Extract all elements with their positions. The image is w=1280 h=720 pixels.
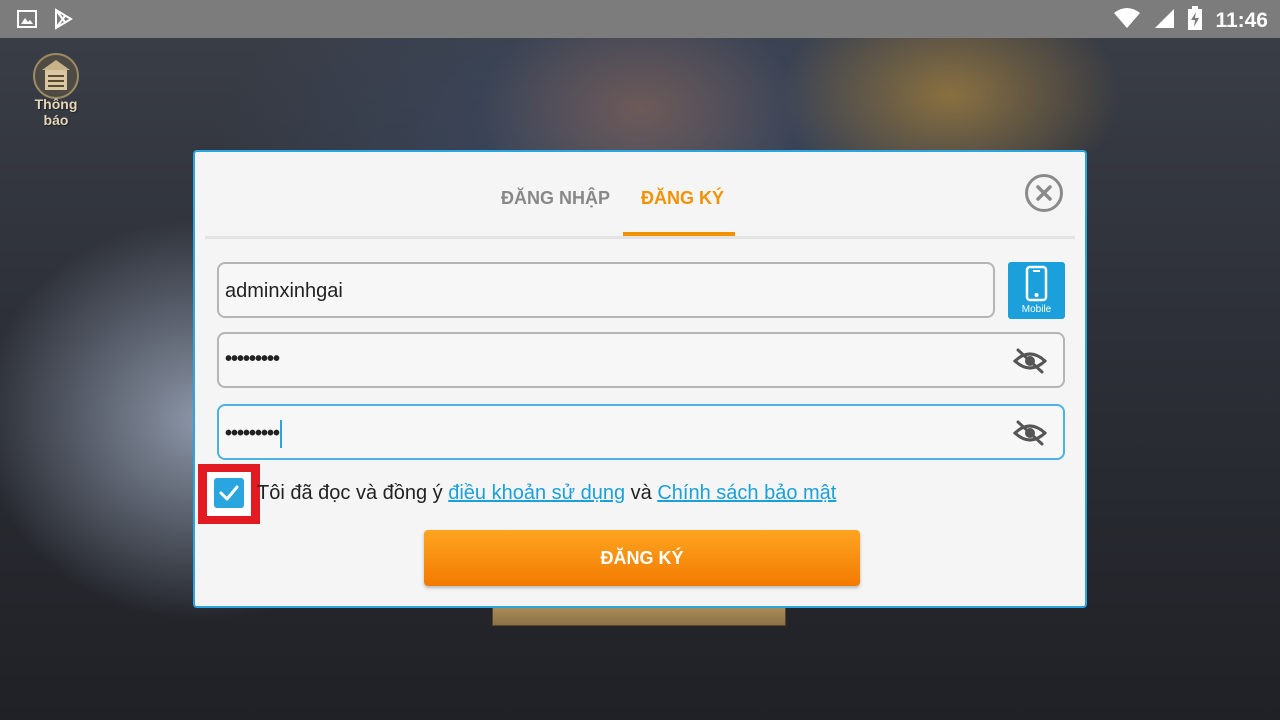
username-field[interactable]: adminxinhgai <box>217 262 995 318</box>
battery-charging-icon <box>1187 6 1203 35</box>
terms-link[interactable]: điều khoản sử dụng <box>448 482 625 504</box>
active-tab-indicator <box>623 232 735 236</box>
confirm-password-field[interactable]: ••••••••• <box>217 404 1065 460</box>
notice-label: Thông báo <box>34 96 78 128</box>
agree-checkbox[interactable] <box>214 478 244 508</box>
close-button[interactable] <box>1025 174 1063 212</box>
tab-register[interactable]: ĐĂNG KÝ <box>641 188 724 209</box>
image-icon <box>16 8 38 35</box>
eye-slash-icon[interactable] <box>1012 420 1048 446</box>
checkbox-highlight <box>198 464 260 524</box>
game-screen: 11:46 Thông báo ĐĂNG NHẬP ĐĂNG KÝ adminx… <box>0 0 1280 720</box>
mobile-register-button[interactable]: Mobile <box>1008 262 1065 319</box>
checkmark-icon <box>214 485 244 512</box>
wifi-icon <box>1113 7 1141 34</box>
register-dialog: ĐĂNG NHẬP ĐĂNG KÝ adminxinhgai Mobile ••… <box>193 150 1087 608</box>
eye-slash-icon[interactable] <box>1012 348 1048 374</box>
password-value: ••••••••• <box>225 348 280 370</box>
tab-login[interactable]: ĐĂNG NHẬP <box>501 188 610 209</box>
register-button[interactable]: ĐĂNG KÝ <box>424 530 860 586</box>
agreement-text-between: và <box>625 482 658 504</box>
confirm-password-value: ••••••••• <box>225 420 283 448</box>
username-value: adminxinhgai <box>225 280 343 302</box>
cellular-signal-icon <box>1153 7 1175 34</box>
status-bar: 11:46 <box>0 0 1280 38</box>
agreement-row: Tôi đã đọc và đồng ý điều khoản sử dụng … <box>195 464 1085 524</box>
checkbox-frame <box>207 472 251 516</box>
agreement-text: Tôi đã đọc và đồng ý điều khoản sử dụng … <box>257 482 836 505</box>
password-field[interactable]: ••••••••• <box>217 332 1065 388</box>
privacy-link[interactable]: Chính sách bảo mật <box>657 482 836 504</box>
play-store-icon <box>52 8 74 35</box>
notice-button[interactable]: Thông báo <box>26 52 86 128</box>
tab-bar: ĐĂNG NHẬP ĐĂNG KÝ <box>205 152 1075 239</box>
text-cursor <box>280 420 283 448</box>
agreement-text-before: Tôi đã đọc và đồng ý <box>257 482 449 504</box>
status-time: 11:46 <box>1215 8 1268 32</box>
mobile-button-label: Mobile <box>1021 304 1052 315</box>
